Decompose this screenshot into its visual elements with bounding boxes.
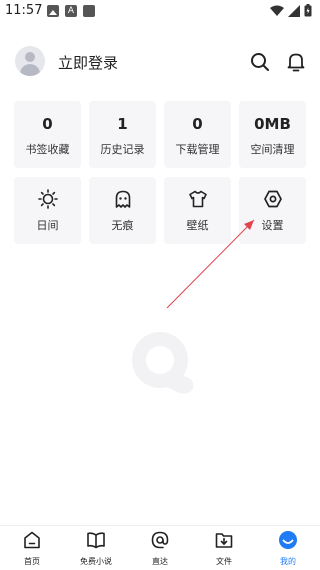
signal-icon (288, 4, 300, 17)
battery-icon (304, 4, 312, 17)
book-icon (87, 532, 105, 549)
tab-files[interactable]: 文件 (192, 530, 256, 567)
bookmarks-label: 书签收藏 (25, 143, 70, 156)
square-notification-icon (83, 5, 95, 17)
profile-header: 立即登录 (0, 44, 320, 80)
storage-size: 0MB (254, 115, 291, 133)
browser-logo-watermark (132, 332, 194, 394)
app-notification-icon: A (65, 5, 77, 17)
profile-face-icon (279, 531, 297, 549)
search-icon[interactable] (250, 52, 270, 72)
shirt-icon (189, 190, 207, 208)
tab-mine[interactable]: 我的 (256, 530, 320, 567)
storage-cleanup-card[interactable]: 0MB 空间清理 (239, 101, 306, 168)
stats-grid: 0 书签收藏 1 历史记录 0 下载管理 0MB 空间清理 (14, 101, 307, 168)
history-label: 历史记录 (100, 143, 145, 156)
downloads-label: 下载管理 (175, 143, 220, 156)
bookmarks-count: 0 (42, 115, 53, 133)
history-card[interactable]: 1 历史记录 (89, 101, 156, 168)
tab-direct-label: 直达 (152, 557, 168, 566)
ghost-icon (115, 190, 131, 208)
annotation-arrow (166, 219, 255, 309)
image-notification-icon (47, 5, 59, 17)
incognito-label: 无痕 (111, 219, 134, 232)
sun-icon (38, 189, 58, 209)
bottom-tab-bar: 首页 免费小说 直达 文件 我的 (0, 525, 320, 570)
login-link[interactable]: 立即登录 (58, 52, 118, 73)
download-folder-icon (215, 533, 233, 548)
storage-cleanup-label: 空间清理 (250, 143, 295, 156)
at-icon (151, 531, 169, 549)
downloads-card[interactable]: 0 下载管理 (164, 101, 231, 168)
tab-free-novels-label: 免费小说 (80, 557, 112, 566)
tab-direct[interactable]: 直达 (128, 530, 192, 567)
day-mode-label: 日间 (36, 219, 59, 232)
tab-mine-label: 我的 (280, 557, 296, 566)
home-icon (24, 531, 40, 549)
tab-files-label: 文件 (216, 557, 232, 566)
settings-hexagon-icon (264, 190, 282, 208)
day-mode-button[interactable]: 日间 (14, 177, 81, 244)
status-time: 11:57 (5, 3, 43, 18)
downloads-count: 0 (192, 115, 203, 133)
history-count: 1 (117, 115, 128, 133)
tab-home[interactable]: 首页 (0, 530, 64, 567)
tab-home-label: 首页 (24, 557, 40, 566)
bell-icon[interactable] (287, 52, 305, 72)
bookmarks-card[interactable]: 0 书签收藏 (14, 101, 81, 168)
wifi-icon (270, 5, 284, 16)
tab-free-novels[interactable]: 免费小说 (64, 530, 128, 567)
status-bar: 11:57 A (0, 0, 320, 22)
incognito-button[interactable]: 无痕 (89, 177, 156, 244)
avatar[interactable] (15, 46, 45, 76)
